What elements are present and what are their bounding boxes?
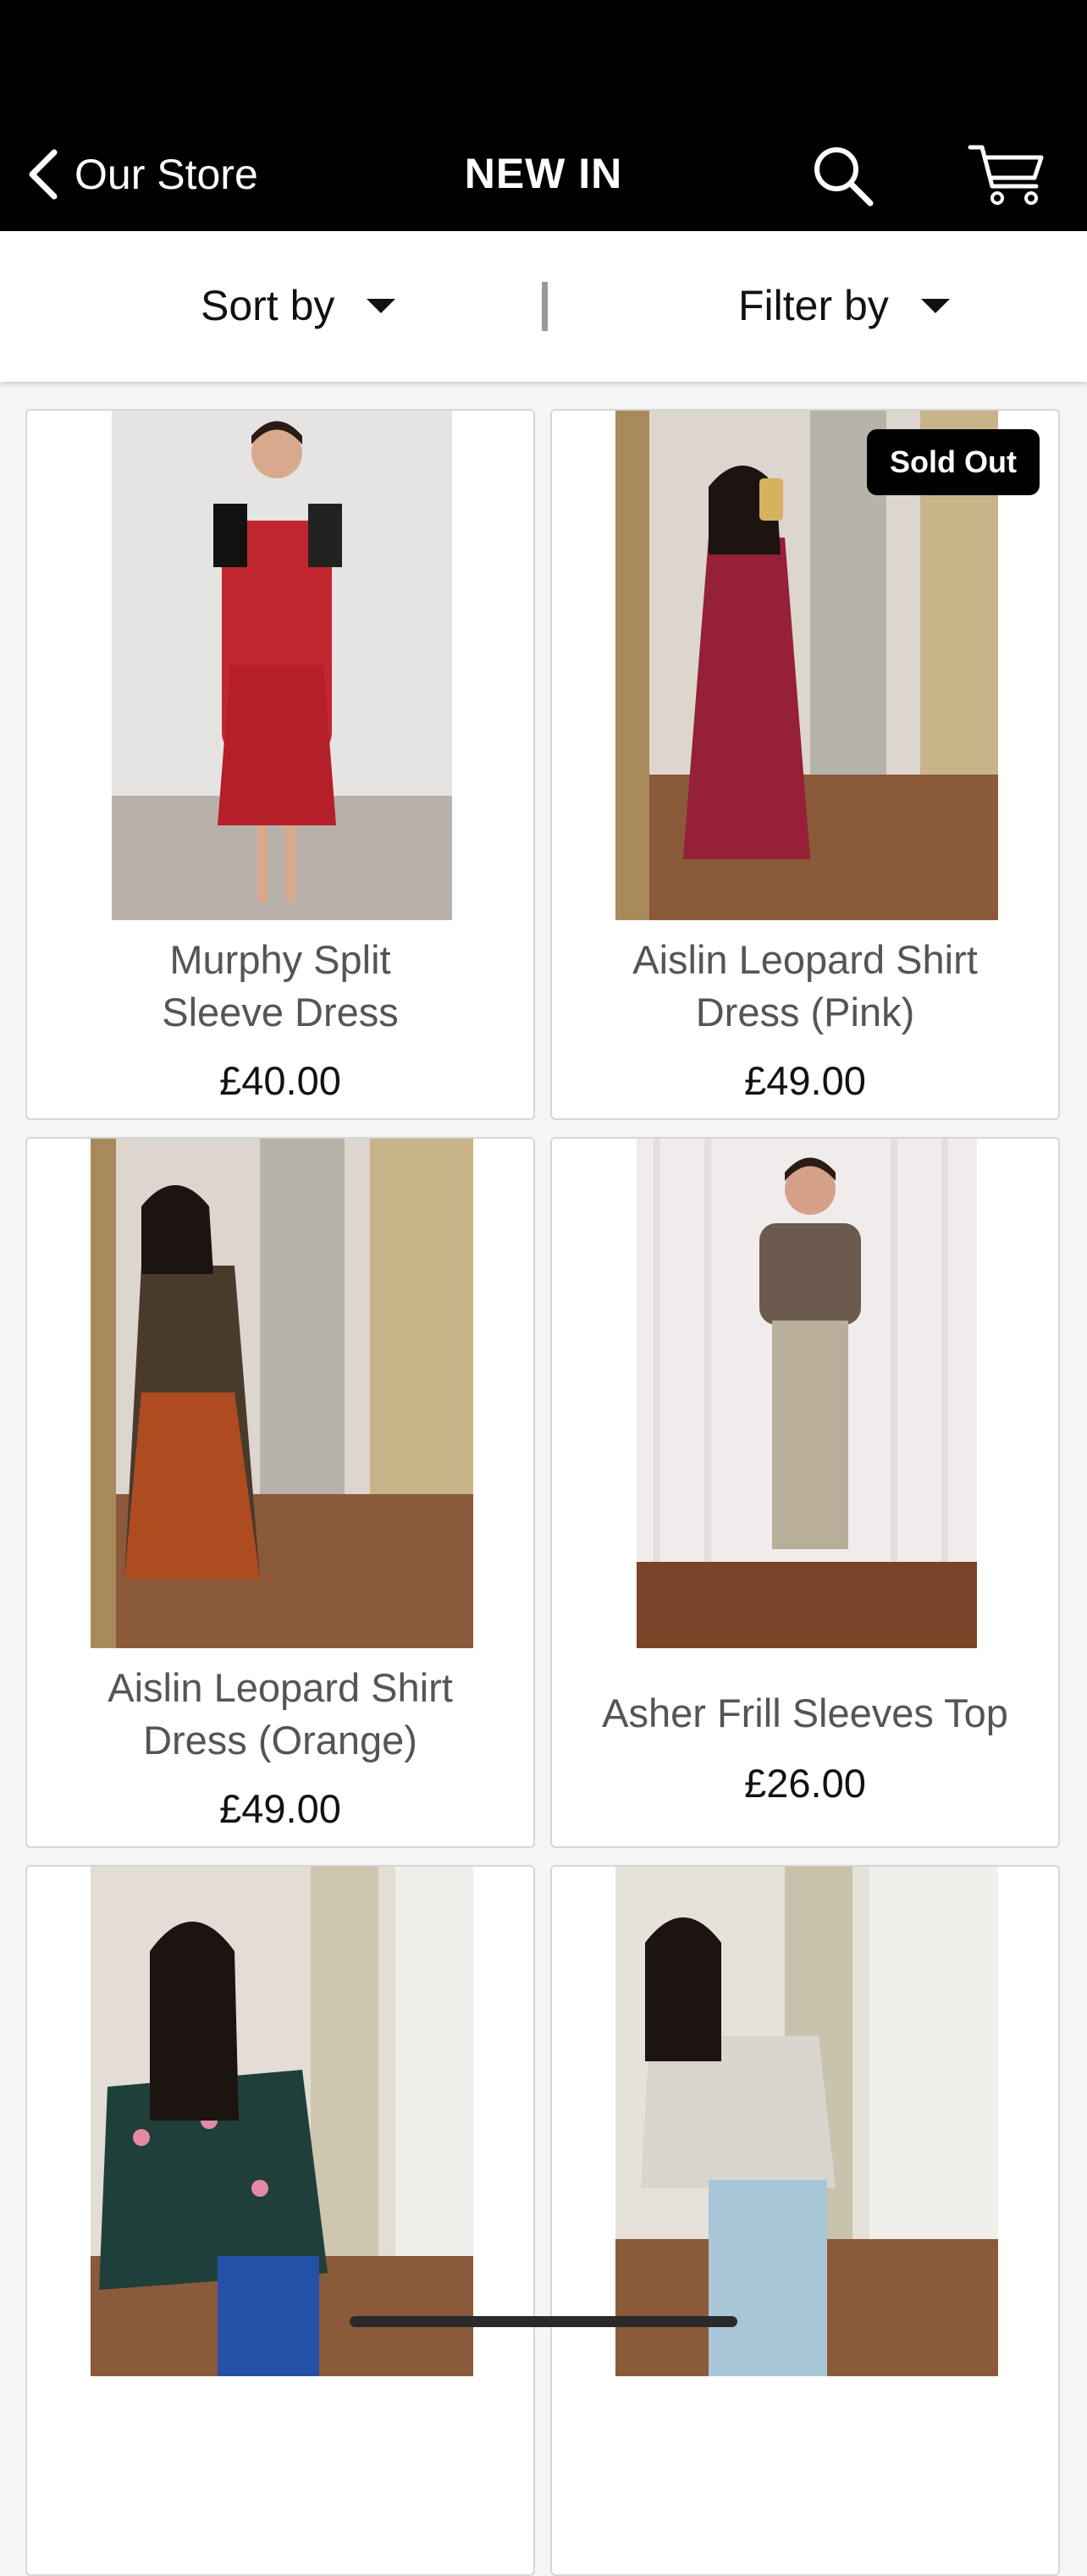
product-name-line: Sleeve Dress — [162, 990, 399, 1034]
filter-label: Filter by — [738, 282, 889, 329]
search-icon — [814, 147, 874, 207]
product-card[interactable] — [25, 1865, 535, 2576]
product-image[interactable] — [91, 1867, 473, 2376]
product-card[interactable]: Aislin Leopard Shirt Dress (Orange) £49.… — [25, 1137, 535, 1848]
product-price: £40.00 — [219, 1058, 341, 1103]
sort-label: Sort by — [201, 282, 335, 329]
product-name-line: Dress (Orange) — [143, 1718, 417, 1762]
home-indicator — [350, 2316, 737, 2327]
product-card[interactable]: Asher Frill Sleeves Top £26.00 — [550, 1137, 1060, 1848]
product-name-line: Aislin Leopard Shirt — [632, 937, 978, 982]
product-name-line: Aislin Leopard Shirt — [108, 1665, 453, 1710]
divider — [542, 282, 548, 331]
product-name: Murphy Split Sleeve Dress — [44, 934, 516, 1039]
filter-button[interactable]: Filter by — [738, 272, 950, 339]
caret-down-icon — [920, 298, 950, 313]
product-name: Aislin Leopard Shirt Dress (Orange) — [44, 1662, 516, 1767]
product-name: Aislin Leopard Shirt Dress (Pink) — [569, 934, 1041, 1039]
product-price: £26.00 — [744, 1761, 866, 1806]
page-title: NEW IN — [464, 150, 623, 197]
product-name-line: Dress (Pink) — [695, 990, 915, 1034]
product-card[interactable] — [550, 1865, 1060, 2576]
product-name-line: Murphy Split — [169, 937, 391, 982]
product-name: Asher Frill Sleeves Top — [569, 1687, 1041, 1740]
cart-button[interactable] — [967, 142, 1048, 210]
search-button[interactable] — [811, 144, 875, 208]
product-price: £49.00 — [219, 1786, 341, 1831]
top-nav-bar: Our Store NEW IN — [0, 0, 1087, 231]
product-image[interactable] — [615, 1867, 998, 2376]
product-name-line: Asher Frill Sleeves Top — [602, 1691, 1008, 1735]
product-price: £49.00 — [744, 1058, 866, 1103]
product-image[interactable] — [637, 1139, 977, 1648]
product-image[interactable] — [112, 411, 452, 920]
cart-icon — [968, 145, 1044, 205]
product-card[interactable]: Murphy Split Sleeve Dress £40.00 — [25, 409, 535, 1120]
product-card[interactable]: Sold Out Aislin Leopard Shirt Dress (Pin… — [550, 409, 1060, 1120]
product-image[interactable] — [91, 1139, 473, 1648]
sort-button[interactable]: Sort by — [201, 272, 396, 339]
sold-out-badge: Sold Out — [867, 429, 1040, 495]
sort-filter-bar: Sort by Filter by — [0, 231, 1087, 382]
caret-down-icon — [367, 298, 396, 313]
